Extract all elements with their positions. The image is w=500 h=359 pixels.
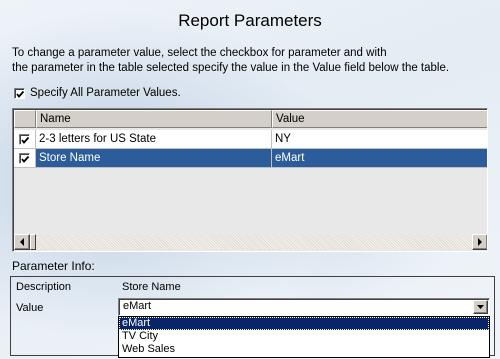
page-title: Report Parameters [178,11,322,30]
horizontal-scrollbar[interactable] [14,234,487,250]
value-label: Value [16,302,44,314]
dropdown-option[interactable]: eMart [119,317,489,330]
scroll-right-arrow-icon[interactable] [472,234,487,250]
specify-all-checkbox[interactable]: Specify All Parameter Values. [14,87,181,99]
instructions-text: To change a parameter value, select the … [12,46,494,76]
instructions-line-1: To change a parameter value, select the … [12,47,387,59]
instructions-line-2: the parameter in the table selected spec… [12,62,450,74]
header-checkbox-column[interactable] [14,110,36,128]
scroll-thumb[interactable] [30,234,36,250]
row-value-cell[interactable]: NY [272,130,487,149]
row-name-cell[interactable]: Store Name [36,149,272,168]
value-dropdown-list[interactable]: eMart TV City Web Sales [118,316,490,358]
scroll-track[interactable] [30,234,472,250]
scroll-left-arrow-icon[interactable] [14,234,30,250]
dropdown-option[interactable]: TV City [119,330,489,343]
description-label: Description [16,281,72,293]
specify-all-label[interactable]: Specify All Parameter Values. [30,87,181,99]
value-combobox[interactable]: eMart [118,298,490,316]
row-value-cell[interactable]: eMart [272,149,487,168]
parameters-grid[interactable]: Name Value 2-3 letters for US State NY S… [12,108,488,252]
value-combobox-text[interactable]: eMart [123,300,151,312]
header-value[interactable]: Value [272,110,487,128]
dropdown-option[interactable]: Web Sales [119,343,489,356]
table-row[interactable]: 2-3 letters for US State NY [14,130,487,149]
row-name-cell[interactable]: 2-3 letters for US State [36,130,272,149]
header-name[interactable]: Name [36,110,272,128]
parameter-info-heading: Parameter Info: [12,259,95,273]
dropdown-arrow-icon[interactable] [473,300,488,314]
table-row[interactable]: Store Name eMart [14,149,487,168]
grid-header: Name Value [14,110,487,128]
row-checkbox[interactable] [19,133,30,145]
description-value: Store Name [122,281,181,293]
row-checkbox[interactable] [19,152,30,164]
checkmark-icon[interactable] [14,87,25,99]
